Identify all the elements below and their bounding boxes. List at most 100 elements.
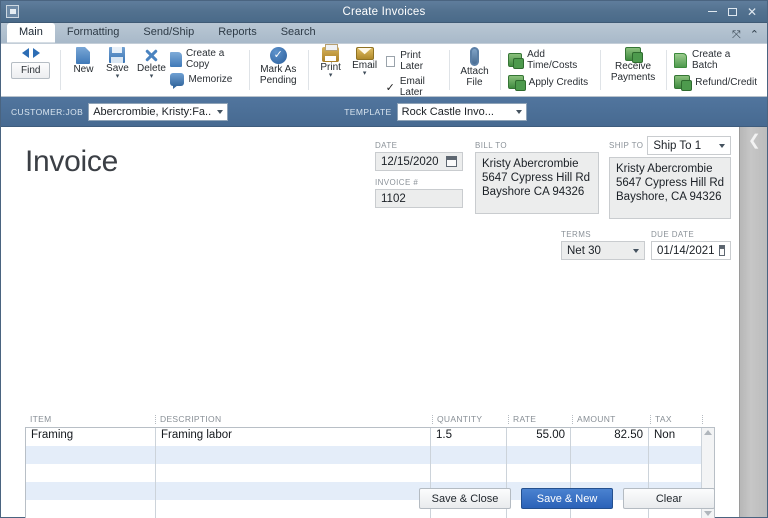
clear-button[interactable]: Clear xyxy=(623,488,715,509)
template-select[interactable]: Rock Castle Invo... xyxy=(396,102,527,121)
save-dropdown-caret-icon[interactable]: ▾ xyxy=(116,73,120,80)
find-button[interactable]: Find xyxy=(11,62,51,79)
ribbon-group-navigation: Find xyxy=(1,46,60,96)
cell-item[interactable]: Framing xyxy=(26,428,156,446)
cell-description[interactable]: Framing labor xyxy=(156,428,431,446)
table-row[interactable] xyxy=(26,446,701,464)
cell-description[interactable] xyxy=(156,482,431,500)
history-side-panel[interactable]: ❮ xyxy=(739,127,767,517)
save-and-close-button[interactable]: Save & Close xyxy=(419,488,511,509)
email-button[interactable]: Email ▾ xyxy=(348,46,382,77)
add-time-costs-button[interactable]: Add Time/Costs xyxy=(507,49,590,71)
date-input[interactable]: 12/15/2020 xyxy=(375,152,463,171)
cell-item[interactable] xyxy=(26,482,156,500)
tab-search[interactable]: Search xyxy=(269,23,328,43)
column-header-tax[interactable]: TAX xyxy=(650,414,702,424)
customer-job-select[interactable]: Abercrombie, Kristy:Fa... xyxy=(88,102,229,121)
tab-formatting[interactable]: Formatting xyxy=(55,23,132,43)
save-disk-icon xyxy=(109,47,126,63)
receive-payments-button[interactable]: Receive Payments xyxy=(606,46,660,83)
ship-to-address[interactable]: Kristy Abercrombie 5647 Cypress Hill Rd … xyxy=(609,157,731,219)
tab-main[interactable]: Main xyxy=(7,23,55,43)
receive-payments-icon xyxy=(625,47,644,63)
cell-tax[interactable]: Non xyxy=(649,428,701,446)
close-icon[interactable]: ✕ xyxy=(743,4,761,20)
next-arrow-icon[interactable] xyxy=(32,48,40,58)
cell-quantity[interactable] xyxy=(431,446,507,464)
due-date-input[interactable]: 01/14/2021 xyxy=(651,241,731,260)
cell-tax[interactable] xyxy=(649,464,701,482)
print-button[interactable]: Print ▾ xyxy=(314,44,348,79)
create-a-copy-button[interactable]: Create a Copy xyxy=(170,48,238,70)
tab-reports[interactable]: Reports xyxy=(206,23,269,43)
calendar-icon[interactable] xyxy=(446,156,457,167)
table-row[interactable]: Framing Framing labor 1.5 55.00 82.50 No… xyxy=(26,428,701,446)
terms-label: TERMS xyxy=(561,230,591,239)
scroll-up-arrow-icon[interactable] xyxy=(704,430,712,435)
cell-quantity[interactable] xyxy=(431,464,507,482)
invoice-number-input[interactable]: 1102 xyxy=(375,189,463,208)
save-button[interactable]: Save ▾ xyxy=(100,46,134,80)
calendar-icon[interactable] xyxy=(718,245,725,256)
bill-to-address[interactable]: Kristy Abercrombie 5647 Cypress Hill Rd … xyxy=(475,152,599,214)
column-header-description[interactable]: DESCRIPTION xyxy=(155,414,432,424)
terms-select[interactable]: Net 30 xyxy=(561,241,645,260)
due-date-label: DUE DATE xyxy=(651,230,695,239)
new-button[interactable]: New xyxy=(66,46,100,75)
cell-amount[interactable]: 82.50 xyxy=(571,428,649,446)
new-document-icon xyxy=(76,47,91,64)
delete-button[interactable]: Delete ▾ xyxy=(134,46,168,80)
cell-item[interactable] xyxy=(26,464,156,482)
chevron-up-icon[interactable]: ⌃ xyxy=(750,30,759,41)
memorize-button[interactable]: Memorize xyxy=(170,73,238,89)
delete-dropdown-caret-icon[interactable]: ▾ xyxy=(150,73,154,80)
cell-rate[interactable] xyxy=(507,446,571,464)
ribbon-group-record: New Save ▾ Delete ▾ Create a Copy Memori… xyxy=(60,46,248,96)
column-header-rate[interactable]: RATE xyxy=(508,414,572,424)
due-date-field-group: DUE DATE 01/14/2021 xyxy=(651,230,731,260)
email-dropdown-caret-icon[interactable]: ▾ xyxy=(363,70,367,77)
ribbon-group-payments: Receive Payments xyxy=(599,46,666,96)
envelope-icon xyxy=(355,47,374,60)
cell-tax[interactable] xyxy=(649,446,701,464)
grid-header-row: ITEM DESCRIPTION QUANTITY RATE AMOUNT TA… xyxy=(25,414,715,427)
chevron-down-icon xyxy=(719,143,725,148)
chevron-down-icon xyxy=(217,109,224,114)
chevron-left-icon[interactable]: ❮ xyxy=(748,133,761,148)
cell-rate[interactable]: 55.00 xyxy=(507,428,571,446)
cell-item[interactable] xyxy=(26,500,156,518)
bill-to-line-2: 5647 Cypress Hill Rd xyxy=(482,172,591,184)
save-and-new-button[interactable]: Save & New xyxy=(521,488,613,509)
apply-credits-button[interactable]: Apply Credits xyxy=(507,75,590,91)
cell-item[interactable] xyxy=(26,446,156,464)
ribbon-group-batch-refund: Create a Batch Refund/Credit xyxy=(666,46,767,96)
tab-send-ship[interactable]: Send/Ship xyxy=(131,23,206,43)
column-header-amount[interactable]: AMOUNT xyxy=(572,414,650,424)
attach-file-button[interactable]: Attach File xyxy=(455,46,493,88)
terms-field-group: TERMS Net 30 xyxy=(561,230,645,260)
minimize-icon[interactable] xyxy=(703,4,721,20)
create-a-batch-button[interactable]: Create a Batch xyxy=(674,49,757,71)
ship-to-select[interactable]: Ship To 1 xyxy=(647,136,731,155)
cell-quantity[interactable]: 1.5 xyxy=(431,428,507,446)
column-header-item[interactable]: ITEM xyxy=(25,414,155,424)
cell-amount[interactable] xyxy=(571,446,649,464)
mark-as-pending-button[interactable]: Mark As Pending xyxy=(255,46,302,86)
cell-description[interactable] xyxy=(156,464,431,482)
print-later-checkbox[interactable]: Print Later xyxy=(385,48,440,74)
scroll-down-arrow-icon[interactable] xyxy=(704,511,712,516)
cell-rate[interactable] xyxy=(507,464,571,482)
cell-amount[interactable] xyxy=(571,464,649,482)
window-menu-icon[interactable] xyxy=(6,5,19,18)
table-row[interactable] xyxy=(26,464,701,482)
previous-arrow-icon[interactable] xyxy=(21,48,29,58)
cell-description[interactable] xyxy=(156,446,431,464)
refund-credit-button[interactable]: Refund/Credit xyxy=(674,75,757,91)
ship-to-label: SHIP TO xyxy=(609,141,644,150)
column-header-quantity[interactable]: QUANTITY xyxy=(432,414,508,424)
print-dropdown-caret-icon[interactable]: ▾ xyxy=(329,72,333,79)
ribbon-body: Find New Save ▾ Delete ▾ Create a Copy M… xyxy=(1,44,767,98)
maximize-icon[interactable] xyxy=(723,4,741,20)
cell-description[interactable] xyxy=(156,500,431,518)
expand-arrows-icon[interactable]: ⤧ xyxy=(732,30,741,41)
